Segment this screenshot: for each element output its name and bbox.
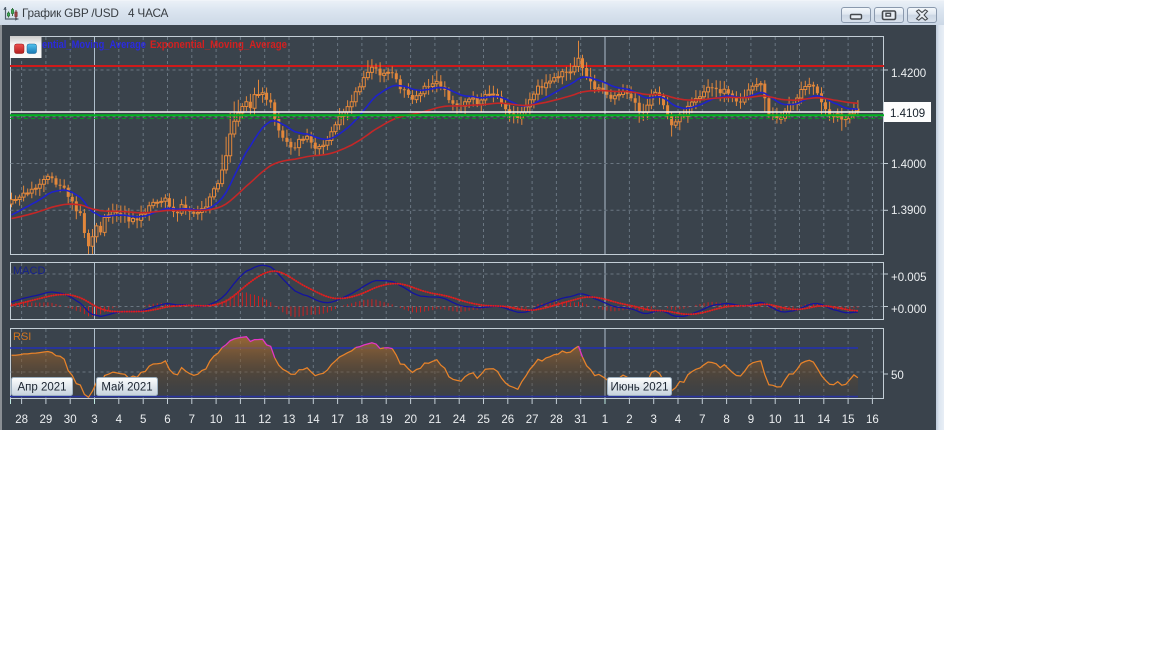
svg-text:14: 14 [817, 414, 830, 426]
svg-text:19: 19 [380, 414, 393, 426]
svg-text:3: 3 [91, 414, 97, 426]
svg-text:Май 2021: Май 2021 [101, 382, 152, 394]
svg-text:13: 13 [283, 414, 296, 426]
svg-text:25: 25 [477, 414, 490, 426]
svg-text:20: 20 [404, 414, 417, 426]
svg-text:+0.000: +0.000 [891, 304, 927, 316]
svg-text:24: 24 [453, 414, 466, 426]
svg-text:11: 11 [794, 414, 806, 426]
svg-text:RSI: RSI [13, 331, 31, 343]
svg-text:4: 4 [116, 414, 123, 426]
svg-text:18: 18 [356, 414, 369, 426]
svg-text:12: 12 [258, 414, 271, 426]
svg-text:50: 50 [891, 370, 904, 382]
svg-text:1: 1 [602, 414, 608, 426]
svg-text:14: 14 [307, 414, 320, 426]
svg-text:31: 31 [574, 414, 587, 426]
svg-text:11: 11 [234, 414, 246, 426]
svg-text:7: 7 [699, 414, 705, 426]
svg-text:8: 8 [723, 414, 729, 426]
svg-text:28: 28 [15, 414, 28, 426]
svg-text:Exponential_Moving_Average: Exponential_Moving_Average [150, 39, 287, 51]
svg-text:1.4200: 1.4200 [891, 68, 926, 80]
svg-text:Апр 2021: Апр 2021 [17, 382, 66, 394]
svg-text:6: 6 [164, 414, 170, 426]
svg-text:15: 15 [842, 414, 855, 426]
svg-text:3: 3 [650, 414, 656, 426]
svg-text:28: 28 [550, 414, 563, 426]
svg-text:1.3900: 1.3900 [891, 205, 926, 217]
svg-text:21: 21 [429, 414, 442, 426]
svg-text:1.4000: 1.4000 [891, 159, 926, 171]
svg-text:27: 27 [526, 414, 539, 426]
svg-text:Июнь 2021: Июнь 2021 [610, 382, 668, 394]
svg-text:17: 17 [331, 414, 344, 426]
svg-text:ential_Moving_Average: ential_Moving_Average [42, 39, 146, 51]
svg-text:+0.005: +0.005 [891, 272, 927, 284]
svg-text:26: 26 [501, 414, 514, 426]
svg-text:10: 10 [769, 414, 782, 426]
svg-text:1.4109: 1.4109 [890, 108, 925, 120]
svg-text:5: 5 [140, 414, 146, 426]
svg-text:10: 10 [210, 414, 223, 426]
svg-text:29: 29 [40, 414, 53, 426]
svg-text:9: 9 [748, 414, 754, 426]
svg-text:4: 4 [675, 414, 682, 426]
svg-text:16: 16 [866, 414, 879, 426]
svg-text:2: 2 [626, 414, 632, 426]
svg-text:MACD: MACD [13, 265, 45, 277]
svg-text:7: 7 [189, 414, 195, 426]
svg-text:30: 30 [64, 414, 77, 426]
